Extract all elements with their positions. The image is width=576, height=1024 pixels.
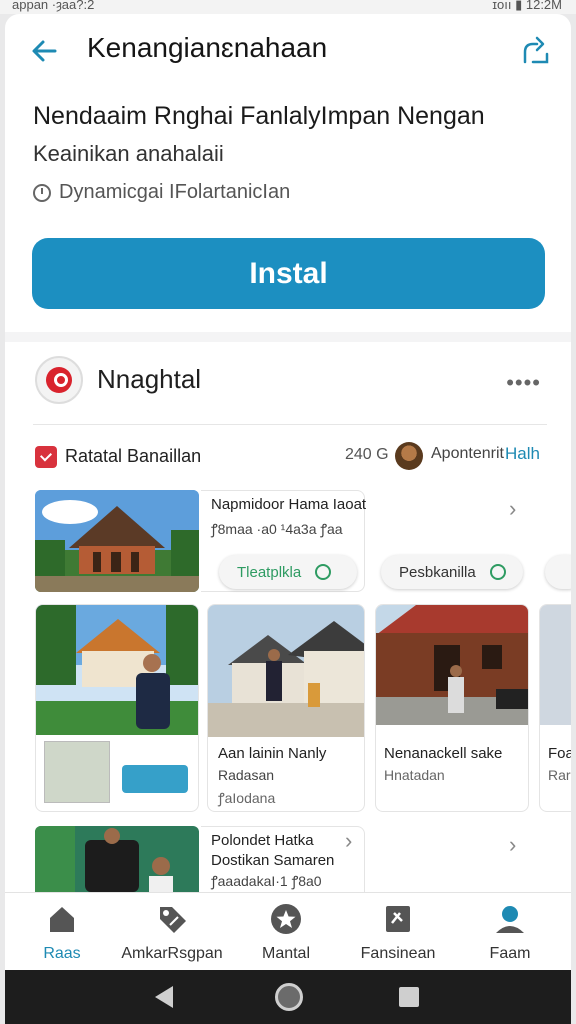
install-button[interactable]: Instal — [32, 238, 545, 309]
chevron-right-icon[interactable]: › — [345, 828, 352, 854]
gallery-card[interactable] — [35, 604, 199, 812]
arrow-left-icon[interactable] — [29, 36, 61, 68]
author-name: Apontenrit — [431, 445, 504, 462]
home-icon — [46, 903, 78, 935]
gallery-image — [36, 605, 198, 735]
nav-item-featured[interactable]: Mantal — [231, 903, 341, 963]
info-label: Ratatal Banaillan — [65, 446, 202, 466]
gallery-card-sub: Radasan — [218, 767, 275, 783]
list-item-image[interactable] — [35, 826, 199, 892]
chip-label: Tleatplkla — [237, 563, 302, 581]
gallery-card-title: Aan lainin Nanly — [218, 745, 327, 762]
nav-label: Faam — [489, 945, 531, 962]
chevron-right-icon[interactable]: › — [509, 832, 516, 858]
poster-image — [44, 741, 110, 803]
system-recents-icon[interactable] — [399, 987, 419, 1007]
featured-title: Napmidoor Hama Iaoat — [211, 496, 367, 513]
nav-item-profile[interactable]: Faam — [455, 903, 565, 963]
chip-button[interactable] — [545, 555, 571, 589]
app-bar: Kenangianɛnahaan — [5, 14, 571, 86]
listing-headline: Nendaaim Rnghai FanlalyImpan Nengan — [33, 102, 485, 130]
nav-label: Fansinean — [360, 945, 436, 962]
gallery-image — [208, 605, 364, 737]
list-item-subtitle: Dostikan Samaren — [211, 852, 335, 869]
more-horizontal-icon[interactable]: •••• — [506, 370, 541, 396]
info-link[interactable]: Halh — [505, 444, 540, 464]
chip-label: Pesbkanilla — [399, 563, 476, 581]
status-right-text: ɪoıı ▮ 12:2M — [492, 0, 562, 12]
info-row: Ratatal Banaillan 240 G Apontenrit Halh — [33, 442, 547, 472]
gallery-card-meta: ꝭaIodana — [218, 790, 276, 806]
developer-logo-icon[interactable] — [35, 356, 83, 404]
nav-label: Mantal — [261, 945, 311, 962]
system-back-icon[interactable] — [155, 986, 173, 1008]
chip-button[interactable]: Tleatplkla — [219, 555, 357, 589]
gallery-card[interactable]: Nenanackell sake Hnatadan — [375, 604, 529, 812]
system-navigation-bar — [5, 970, 571, 1024]
nav-item-deals[interactable]: AmkarRsgpan — [117, 903, 227, 963]
gallery-image — [540, 605, 571, 725]
status-bar: appan ·ȝaa?:2 ɪoıı ▮ 12:2M — [0, 0, 576, 14]
gallery-card-title: Foa — [548, 745, 571, 762]
listing-subline: Keainikan anahalaii — [33, 141, 224, 166]
book-icon — [382, 903, 414, 935]
heart-icon — [315, 564, 332, 580]
list-item-title: Polondet Hatka — [211, 832, 314, 849]
chip-button[interactable]: Pesbkanilla — [381, 555, 523, 589]
listing-meta: Dynamicgai IFolartanicIan — [33, 181, 290, 204]
developer-name[interactable]: Nnaghtal — [97, 364, 201, 395]
divider — [5, 332, 571, 342]
nav-item-home[interactable]: Raas — [7, 903, 117, 963]
featured-subtitle: ꝭ8maa ·a0 ¹4a3a ꝭaa — [211, 521, 343, 537]
app-screen: Kenangianɛnahaan Nendaaim Rnghai Fanlaly… — [5, 14, 571, 970]
listing-meta-text: Dynamicgai IFolartanicIan — [59, 181, 291, 203]
gallery-card[interactable]: Aan lainin Nanly Radasan ꝭaIodana — [207, 604, 365, 812]
banner-image — [122, 765, 188, 793]
chevron-right-icon[interactable]: › — [509, 496, 516, 522]
nav-item-library[interactable]: Fansinean — [343, 903, 453, 963]
divider — [33, 424, 547, 425]
list-item-meta: ꝭaaadakaI·1 ꝭ8a0 — [211, 873, 322, 889]
gallery-card-title: Nenanackell sake — [384, 745, 503, 762]
gallery-card[interactable]: Foa Rar — [539, 604, 571, 812]
gallery-image — [376, 605, 528, 725]
download-size: 240 G — [345, 446, 389, 463]
nav-label: AmkarRsgpan — [121, 945, 223, 962]
page-title: Kenangianɛnahaan — [87, 32, 328, 63]
heart-icon — [489, 564, 506, 580]
featured-image[interactable] — [35, 490, 199, 592]
verified-badge-icon — [35, 446, 57, 468]
gallery-card-sub: Rar — [548, 767, 571, 783]
gallery-card-sub: Hnatadan — [384, 767, 445, 783]
nav-label: Raas — [43, 945, 81, 962]
clock-icon — [33, 183, 51, 202]
status-left-text: appan ·ȝaa?:2 — [12, 0, 95, 12]
share-icon[interactable] — [519, 34, 553, 68]
bottom-navigation: Raas AmkarRsgpan Mantal Fansinean Faam — [5, 892, 571, 970]
star-icon — [270, 903, 302, 935]
person-icon — [494, 903, 526, 935]
author-avatar — [395, 442, 423, 470]
system-home-icon[interactable] — [275, 983, 303, 1011]
tag-icon — [156, 903, 188, 935]
